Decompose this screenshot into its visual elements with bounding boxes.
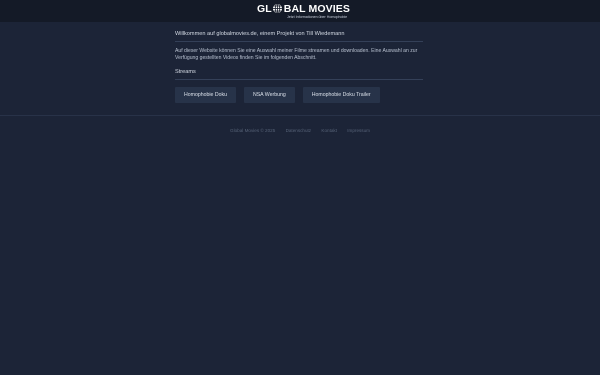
stream-button-homophobie-doku-trailer[interactable]: Homophobie Doku Trailer [302, 87, 380, 104]
welcome-heading: Willkommen auf globalmovies.de, einem Pr… [175, 31, 345, 37]
footer-link-impressum[interactable]: Impressum [347, 128, 370, 133]
stream-button-homophobie-doku[interactable]: Homophobie Doku [175, 87, 236, 104]
logo-text-right: BAL MOVIES [283, 3, 350, 15]
streams-divider [175, 79, 423, 81]
footer-link-datenschutz[interactable]: Datenschutz [286, 128, 312, 133]
footer-copyright: Global Movies © 2025 [230, 128, 276, 133]
site-logo[interactable]: GL BAL MOVIES Jetzt Informationen über H… [257, 3, 350, 20]
intro-text: Auf dieser Website können Sie eine Auswa… [175, 48, 418, 62]
stream-button-nsa-werbung[interactable]: NSA Werbung [243, 87, 295, 104]
footer-link-kontakt[interactable]: Kontakt [321, 128, 337, 133]
site-footer: Global Movies © 2025 Datenschutz Kontakt… [0, 128, 600, 133]
main-content: Willkommen auf globalmovies.de, einem Pr… [175, 22, 423, 104]
logo-text-left: GL [257, 3, 272, 15]
streams-button-group: Homophobie Doku NSA Werbung Homophobie D… [175, 87, 423, 104]
streams-heading: Streams [175, 69, 196, 76]
welcome-divider [175, 41, 423, 42]
logo-wordmark: GL BAL MOVIES [257, 3, 350, 15]
page-divider [0, 115, 600, 116]
site-header: GL BAL MOVIES Jetzt Informationen über H… [0, 0, 600, 22]
globe-icon [272, 3, 284, 14]
logo-tagline: Jetzt Informationen über Homophobie [287, 15, 348, 19]
